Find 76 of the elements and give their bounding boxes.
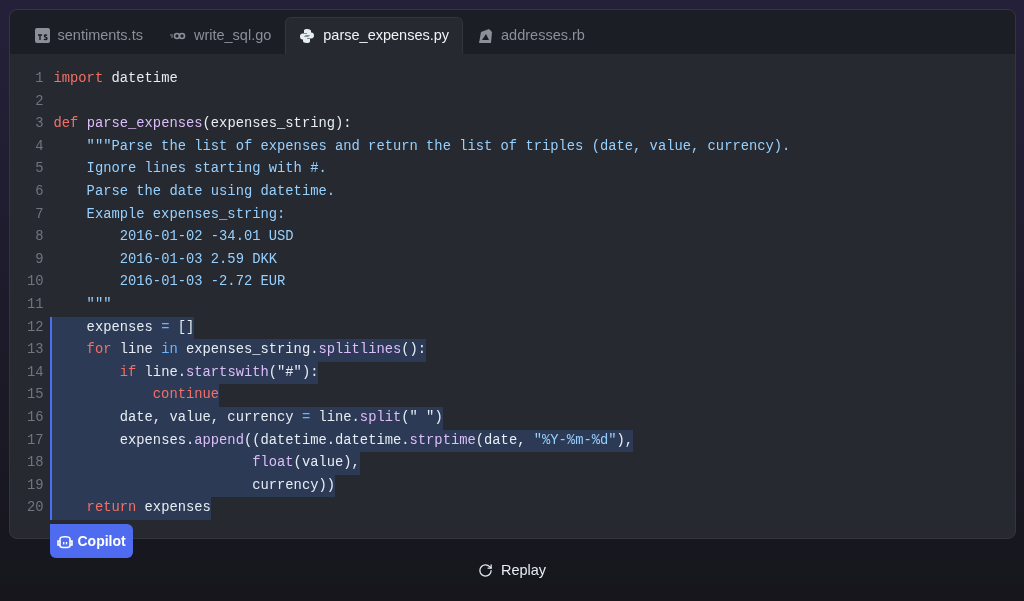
file-tab[interactable]: parse_expenses.py [285, 17, 464, 54]
gem-icon [477, 27, 494, 44]
line-number: 2 [34, 92, 44, 111]
code-text: (" ") [401, 409, 443, 425]
docstring: 2016-01-03 -2.72 EUR [119, 274, 286, 290]
code-text: ((datetime.datetime. [243, 432, 410, 448]
robot-icon [56, 533, 73, 549]
line-number: 17 [25, 431, 44, 450]
operator: = [301, 409, 311, 425]
keyword: def [53, 116, 80, 132]
function-name: strptime [409, 432, 476, 448]
replay-button[interactable]: Replay [469, 556, 555, 586]
keyword: if [119, 364, 137, 380]
line-number: 16 [25, 408, 44, 427]
function-name: splitlines [318, 342, 402, 358]
line-number: 15 [25, 386, 44, 405]
line-number: 7 [34, 205, 44, 224]
docstring: """ [86, 296, 112, 312]
line-number: 10 [25, 273, 44, 292]
file-tab[interactable]: sentiments.ts [21, 17, 156, 54]
function-name: split [359, 409, 402, 425]
docstring: """Parse the list of expenses and return the list of triples (date, value, currency). [86, 138, 791, 154]
code-text: ), [616, 432, 634, 448]
line-number: 3 [34, 115, 44, 134]
keyword: return [86, 500, 137, 516]
line-number: 4 [34, 137, 44, 156]
line-number: 19 [25, 476, 44, 495]
line-number: 6 [34, 182, 44, 201]
line-number: 9 [34, 250, 44, 269]
code-text: (date, [475, 432, 527, 448]
code-text: line. [317, 409, 360, 425]
line-number: 20 [25, 499, 44, 518]
code-text: line [118, 342, 154, 358]
keyword: continue [152, 387, 220, 403]
function-name: float [252, 455, 294, 471]
file-tab[interactable]: write_sql.go [156, 17, 285, 54]
code-text: (expenses_string): [202, 116, 352, 132]
docstring: 2016-01-03 2.59 DKK [119, 251, 278, 267]
file-tab[interactable]: addresses.rb [464, 17, 598, 54]
line-number: 18 [25, 454, 44, 473]
code-text: (value), [293, 455, 360, 471]
snake-icon [299, 28, 316, 44]
code-text: currency)) [252, 477, 335, 493]
line-number: 8 [34, 228, 44, 247]
code-text: datetime [110, 71, 178, 86]
keyword: import [53, 71, 104, 86]
code-text: expenses [143, 500, 211, 516]
copilot-badge: Copilot [49, 524, 133, 558]
line-number: 1 [34, 70, 44, 88]
string-literal: "%Y-%m-%d" [533, 432, 617, 448]
link-icon [169, 30, 186, 41]
docstring: Example expenses_string: [86, 206, 286, 222]
code-text: [] [176, 319, 195, 335]
docstring: 2016-01-02 -34.01 USD [119, 229, 294, 245]
line-number: 11 [25, 295, 44, 314]
docstring: Ignore lines starting with #. [86, 161, 327, 177]
line-number: 5 [34, 160, 44, 179]
keyword: for [86, 342, 112, 358]
operator: = [161, 319, 170, 335]
function-name: parse_expenses [86, 116, 203, 132]
function-name: startswith [186, 364, 269, 380]
line-number: 12 [25, 318, 44, 337]
refresh-icon [477, 563, 493, 579]
code-text: expenses. [119, 432, 195, 448]
code-text: ("#"): [268, 364, 319, 380]
square-icon [34, 28, 50, 43]
function-name: append [194, 432, 244, 448]
line-number: 13 [25, 341, 44, 360]
code-text: expenses_string. [184, 342, 319, 358]
code-text: line. [143, 364, 186, 380]
line-number: 14 [25, 363, 44, 382]
docstring: Parse the date using datetime. [86, 183, 335, 199]
code-text: date, value, currency [119, 409, 295, 425]
code-text: expenses [86, 319, 154, 335]
operator: in [161, 342, 178, 358]
code-text: (): [401, 342, 427, 358]
